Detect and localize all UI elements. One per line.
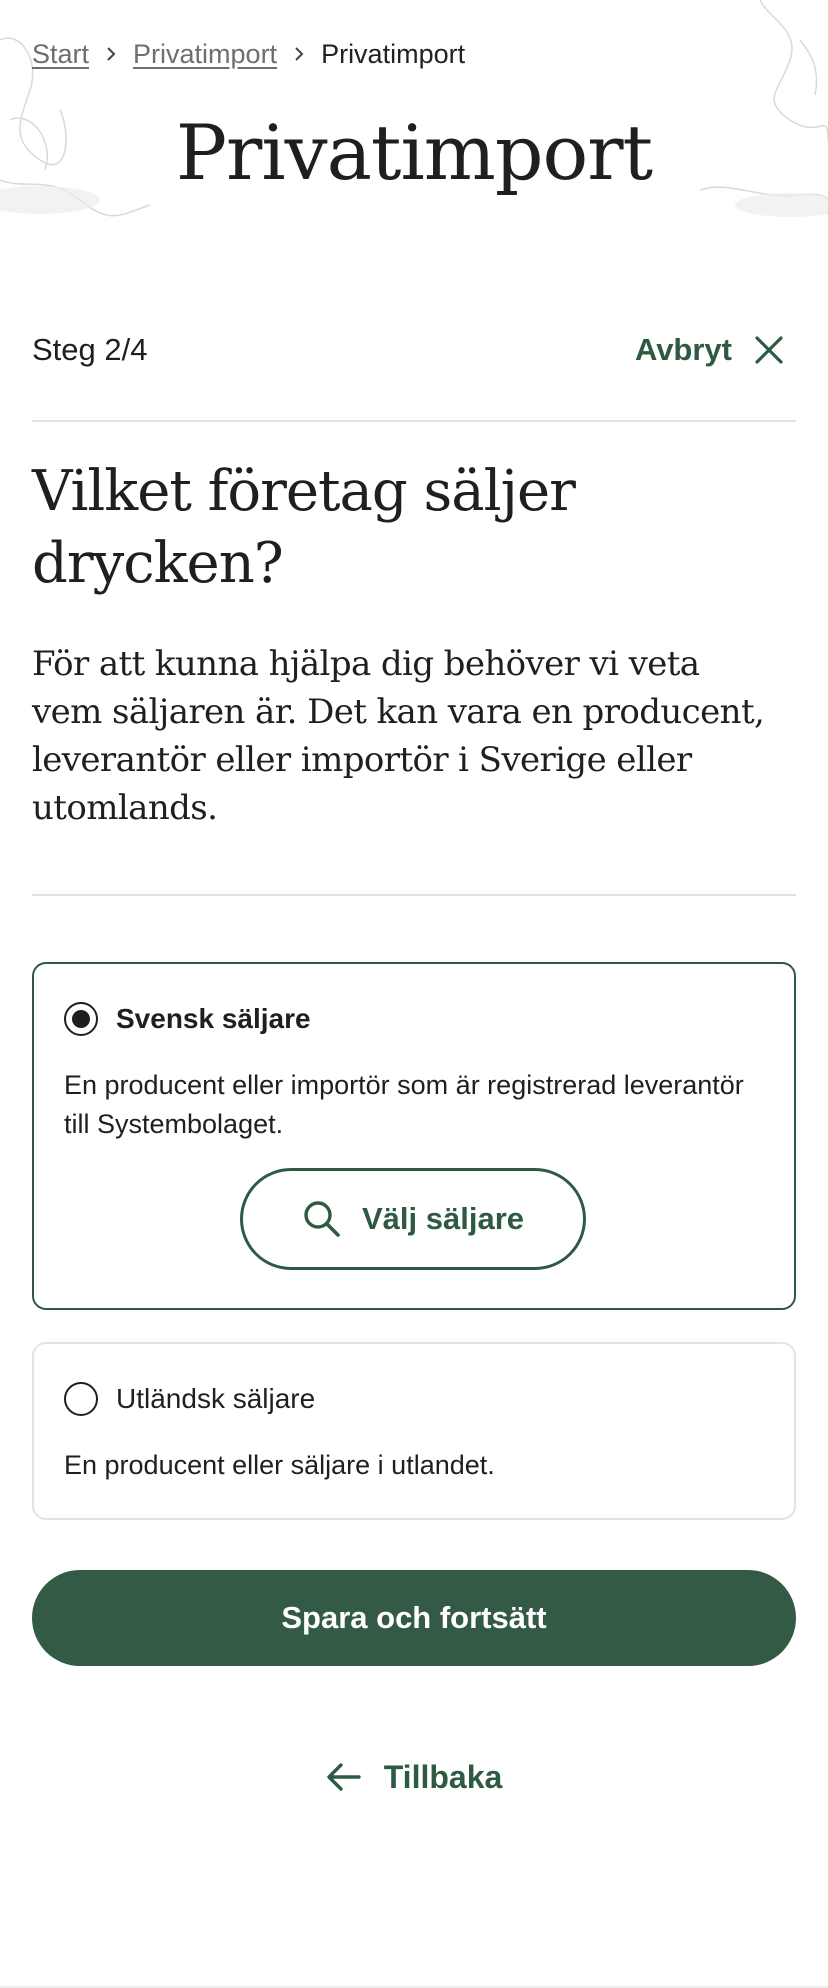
option-description: En producent eller importör som är regis…: [64, 1070, 744, 1139]
choose-seller-label: Välj säljare: [361, 1201, 524, 1236]
question-description: För att kunna hjälpa dig behöver vi veta…: [32, 644, 765, 828]
cancel-button[interactable]: Avbryt: [635, 332, 796, 368]
back-row: Tillbaka: [0, 1752, 828, 1802]
breadcrumb-current: Privatimport: [321, 38, 466, 69]
save-and-continue-button[interactable]: Spara och fortsätt: [32, 1570, 796, 1666]
page-title: Privatimport: [175, 108, 653, 197]
chevron-right-icon: [89, 45, 133, 63]
question-title: Vilket företag säljer drycken?: [32, 459, 576, 596]
close-icon: [755, 336, 783, 364]
option-label: Svensk säljare: [116, 1003, 311, 1034]
option-description: En producent eller säljare i utlandet.: [64, 1450, 495, 1480]
cancel-label: Avbryt: [634, 332, 732, 367]
back-label: Tillbaka: [383, 1758, 503, 1795]
radio-button-checked[interactable]: [64, 1002, 98, 1036]
divider: [32, 420, 796, 422]
save-and-continue-label: Spara och fortsätt: [281, 1600, 547, 1635]
radio-swedish-seller[interactable]: Svensk säljare: [64, 1002, 311, 1036]
breadcrumb-start-link[interactable]: Start: [32, 39, 89, 70]
option-card-foreign-seller[interactable]: Utländsk säljare En producent eller sälj…: [32, 1342, 796, 1520]
chevron-right-icon: [277, 45, 321, 63]
search-icon: [304, 1201, 340, 1237]
back-button[interactable]: Tillbaka: [326, 1758, 503, 1796]
arrow-left-icon: [327, 1763, 361, 1791]
divider: [32, 894, 796, 896]
option-card-swedish-seller[interactable]: Svensk säljare En producent eller import…: [32, 962, 796, 1310]
breadcrumb: Start Privatimport Privatimport: [32, 36, 465, 72]
step-indicator: Steg 2/4: [32, 332, 148, 367]
choose-seller-button[interactable]: Välj säljare: [240, 1168, 586, 1270]
option-label: Utländsk säljare: [116, 1383, 316, 1414]
radio-button-unchecked[interactable]: [64, 1382, 98, 1416]
breadcrumb-privatimport-link[interactable]: Privatimport: [133, 39, 277, 70]
radio-foreign-seller[interactable]: Utländsk säljare: [64, 1382, 315, 1416]
wizard-header: Steg 2/4 Avbryt: [32, 320, 796, 380]
